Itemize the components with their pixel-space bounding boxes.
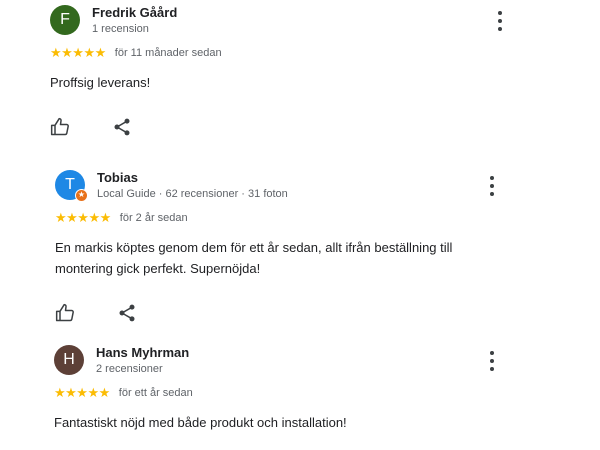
share-icon[interactable] [112, 117, 132, 137]
more-vertical-icon[interactable] [494, 11, 506, 31]
thumbs-up-icon[interactable] [50, 117, 70, 137]
avatar[interactable]: F [50, 5, 80, 35]
avatar-initial: T [65, 176, 75, 193]
reviewer-name[interactable]: Fredrik Gåård [92, 5, 177, 20]
review-text: En markis köptes genom dem för ett år se… [55, 240, 453, 276]
review-text: Fantastiskt nöjd med både produkt och in… [54, 415, 347, 430]
share-icon[interactable] [117, 303, 137, 323]
review-text: Proffsig leverans! [50, 75, 151, 90]
avatar-initial: H [63, 351, 75, 368]
star-rating: ★★★★★ [55, 210, 111, 225]
review-actions [50, 117, 590, 137]
review-card: F Fredrik Gåård 1 recension ★★★★★ för 11… [50, 5, 590, 137]
reviewer-meta: Local Guide · 62 recensioner · 31 foton [97, 188, 288, 200]
reviewer-name[interactable]: Hans Myhrman [96, 345, 189, 360]
rating-row: ★★★★★ för 11 månader sedan [50, 46, 590, 60]
star-rating: ★★★★★ [50, 45, 106, 60]
review-header: H Hans Myhrman 2 recensioner [54, 345, 594, 381]
review-date: för 11 månader sedan [114, 47, 222, 59]
thumbs-up-icon[interactable] [55, 303, 75, 323]
avatar[interactable]: H [54, 345, 84, 375]
review-header: F Fredrik Gåård 1 recension [50, 5, 590, 41]
more-vertical-icon[interactable] [486, 176, 498, 196]
reviewer-name[interactable]: Tobias [97, 170, 138, 185]
review-card: H Hans Myhrman 2 recensioner ★★★★★ för e… [54, 345, 594, 433]
review-actions [55, 303, 595, 323]
review-date: för ett år sedan [118, 387, 193, 399]
reviewer-meta: 2 recensioner [96, 363, 163, 375]
avatar[interactable]: T ★ [55, 170, 88, 202]
rating-row: ★★★★★ för 2 år sedan [55, 211, 595, 225]
star-rating: ★★★★★ [54, 385, 110, 400]
review-header: T ★ Tobias Local Guide · 62 recensioner … [55, 170, 595, 206]
reviewer-meta: 1 recension [92, 23, 149, 35]
avatar-initial: F [60, 11, 70, 28]
review-card: T ★ Tobias Local Guide · 62 recensioner … [55, 170, 595, 323]
more-vertical-icon[interactable] [486, 351, 498, 371]
rating-row: ★★★★★ för ett år sedan [54, 386, 594, 400]
local-guide-badge-icon: ★ [75, 189, 88, 202]
review-date: för 2 år sedan [119, 212, 188, 224]
